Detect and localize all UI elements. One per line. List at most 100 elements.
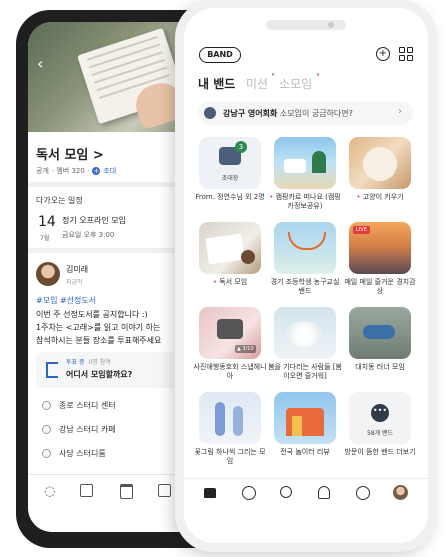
vote-icon bbox=[46, 362, 58, 378]
band-logo[interactable]: BAND bbox=[199, 47, 241, 63]
vote-meta: 투표 중 0명 참여 bbox=[66, 357, 111, 366]
post-line: 이번 주 선정도서를 공지합니다 :) bbox=[36, 310, 148, 319]
cat-image bbox=[363, 147, 397, 181]
radio-circle-icon bbox=[42, 425, 51, 434]
band-card-label: 경기 조등학생 농구교실 밴드 bbox=[270, 278, 340, 295]
slide-image bbox=[292, 416, 302, 436]
event-month: 7월 bbox=[40, 235, 50, 242]
blossom-image bbox=[286, 321, 322, 349]
event-day: 14 bbox=[38, 214, 56, 230]
search-icon[interactable] bbox=[280, 486, 292, 498]
invite-plus-icon: + bbox=[92, 167, 101, 175]
meta-public: 공개 bbox=[36, 167, 49, 175]
tab-mission[interactable]: 미션 bbox=[246, 75, 268, 92]
vote-option[interactable]: 강남 스터디 카페 bbox=[42, 424, 116, 435]
chat-icon[interactable]: ◌ bbox=[44, 484, 55, 499]
band-card-camera[interactable]: ▲ 3/10 bbox=[199, 307, 261, 359]
check-icon[interactable] bbox=[158, 484, 171, 497]
invite-label: 초대장 bbox=[221, 175, 239, 182]
photo-icon[interactable] bbox=[80, 484, 93, 497]
speaker-notch bbox=[266, 20, 346, 30]
plus-icon[interactable]: + bbox=[376, 47, 390, 61]
grid-icon[interactable] bbox=[399, 47, 413, 61]
bell-icon[interactable] bbox=[318, 486, 330, 499]
chat-icon[interactable] bbox=[356, 486, 370, 500]
band-card-spring[interactable] bbox=[274, 307, 336, 359]
vote-option-label: 사당 스터디룸 bbox=[59, 449, 106, 458]
book-image bbox=[205, 233, 245, 265]
banner-message: 소모임이 궁금하다면? bbox=[279, 109, 353, 118]
more-dots-icon: ••• bbox=[371, 404, 389, 422]
profile-avatar[interactable] bbox=[393, 485, 408, 500]
flower-image bbox=[215, 402, 225, 436]
vote-count: 0명 참여 bbox=[88, 359, 111, 366]
band-card-label: 사진애행동호회 스냅헤니아 bbox=[193, 363, 267, 380]
hoop-image bbox=[288, 232, 326, 250]
band-card-label: 대치동 러너 모임 bbox=[355, 363, 405, 371]
more-bands-count: 58개 밴드 bbox=[366, 430, 394, 437]
event-title[interactable]: 정기 오프라인 모임 bbox=[62, 215, 126, 226]
new-dot: • bbox=[316, 71, 321, 79]
live-badge: LIVE bbox=[353, 226, 370, 234]
band-card-label: • 독서 모임 bbox=[212, 278, 248, 286]
band-card-label: 봄을 기다리는 사람들 [봄이오면 즐거워] bbox=[268, 363, 342, 380]
radio-circle-icon bbox=[42, 449, 51, 458]
banner-place: 강남구 영어회화 bbox=[223, 109, 278, 118]
location-pin-icon bbox=[204, 107, 216, 119]
band-card-flower[interactable] bbox=[199, 392, 261, 444]
section-schedule: 다가오는 일정 bbox=[36, 196, 83, 205]
shoe-image bbox=[363, 325, 395, 339]
poster-name[interactable]: 김미래 bbox=[66, 264, 88, 275]
camera-image bbox=[217, 319, 243, 339]
band-card-label: From. 정연수님 외 2명 bbox=[195, 193, 265, 201]
band-card-invite[interactable]: 3 초대장 bbox=[199, 137, 261, 189]
coffee-image bbox=[241, 250, 255, 264]
home-icon[interactable] bbox=[204, 488, 216, 498]
band-card-cat[interactable] bbox=[349, 137, 411, 189]
vote-option-label: 종로 스터디 센터 bbox=[59, 401, 116, 410]
radio-circle-icon bbox=[42, 401, 51, 410]
band-card-runner[interactable] bbox=[349, 307, 411, 359]
vote-option[interactable]: 종로 스터디 센터 bbox=[42, 400, 116, 411]
camera-dot bbox=[328, 22, 334, 28]
band-card-camping[interactable] bbox=[274, 137, 336, 189]
band-card-label: 꽃그림 하나씩 그리는 모임 bbox=[194, 448, 266, 465]
band-card-scenery[interactable]: LIVE bbox=[349, 222, 411, 274]
palm-image bbox=[312, 151, 326, 173]
event-time: 금요일 오후 3:00 bbox=[62, 231, 115, 239]
back-arrow-icon[interactable]: ‹ bbox=[37, 54, 43, 73]
vote-question: 어디서 모임할까요? bbox=[66, 370, 133, 379]
meta-members: · 멤버 320 · bbox=[51, 167, 90, 175]
band-card-label: 방문이 뜸한 밴드 더보기 bbox=[344, 448, 416, 456]
tab-moim[interactable]: 소모임 bbox=[279, 75, 312, 92]
vote-badge: 투표 중 bbox=[66, 359, 85, 366]
meta-invite[interactable]: 초대 bbox=[103, 166, 116, 176]
flower-image bbox=[233, 406, 243, 436]
avatar[interactable] bbox=[36, 262, 60, 286]
band-card-playground[interactable] bbox=[274, 392, 336, 444]
post-line: 1주차는 <고래>를 읽고 이야기 하는 bbox=[36, 323, 161, 332]
poster-timestamp: 지금막 bbox=[66, 279, 83, 286]
band-card-basketball[interactable] bbox=[274, 222, 336, 274]
moim-banner[interactable]: 강남구 영어회화 소모임이 궁금하다면? › bbox=[198, 101, 413, 125]
band-card-label: 매일 매일 즐거운 경치감상 bbox=[344, 278, 416, 295]
camera-count: ▲ 3/10 bbox=[235, 345, 256, 353]
band-card-label: 전국 놀이터 리뷰 bbox=[280, 448, 330, 456]
band-card-book[interactable] bbox=[199, 222, 261, 274]
vote-option[interactable]: 사당 스터디룸 bbox=[42, 448, 106, 459]
post-tags[interactable]: #모임 #선정도서 bbox=[36, 295, 96, 306]
vote-option-label: 강남 스터디 카페 bbox=[59, 425, 116, 434]
group-meta: 공개 · 멤버 320 · + 초대 bbox=[36, 166, 116, 176]
group-title[interactable]: 독서 모임 > bbox=[36, 144, 104, 163]
invite-badge: 3 bbox=[235, 141, 247, 153]
band-card-label: • 고양이 키우기 bbox=[356, 193, 404, 201]
banner-text: 강남구 영어회화 소모임이 궁금하다면? bbox=[223, 108, 353, 119]
calendar-icon[interactable] bbox=[120, 484, 133, 499]
tab-my-bands[interactable]: 내 밴드 bbox=[198, 75, 235, 92]
feed-icon[interactable] bbox=[242, 486, 256, 500]
band-card-more[interactable]: ••• 58개 밴드 bbox=[349, 392, 411, 444]
chevron-right-icon: › bbox=[398, 106, 402, 117]
camper-image bbox=[284, 159, 306, 173]
post-line: 참석하시는 분들 장소를 투표해주세요 bbox=[36, 336, 162, 345]
band-card-label: • 캠핑카로 떠나요 (캠핑카정보공유) bbox=[269, 193, 341, 210]
